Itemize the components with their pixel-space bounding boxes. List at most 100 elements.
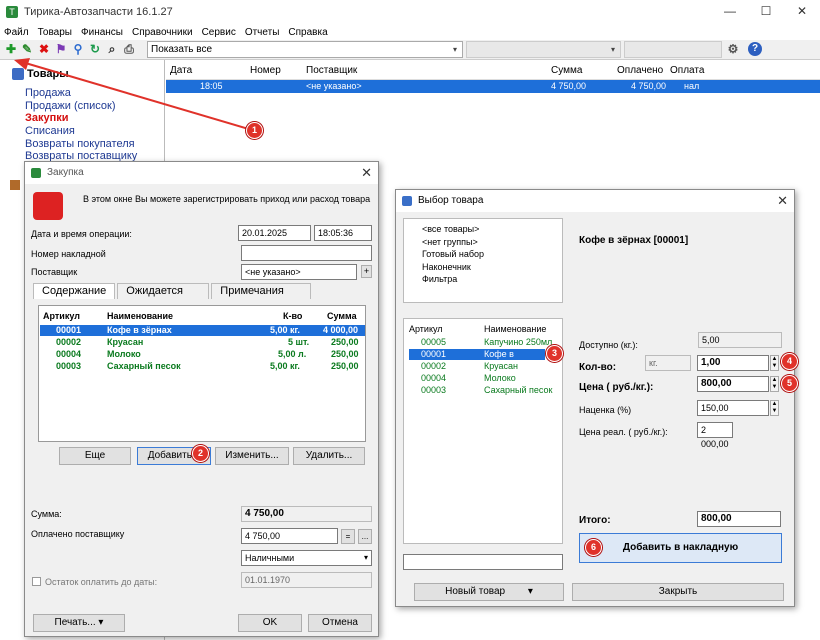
- tab-contents[interactable]: Содержание: [33, 283, 116, 299]
- price-value: 800,00: [701, 378, 732, 389]
- qty-field[interactable]: 1,00: [697, 355, 769, 371]
- paid-field[interactable]: 4 750,00: [241, 528, 338, 544]
- total-label: Итого:: [579, 515, 611, 526]
- paid-more-button[interactable]: ...: [358, 529, 372, 544]
- time-field[interactable]: 18:05:36: [314, 225, 372, 241]
- row-code: 00003: [56, 361, 82, 371]
- window-icon: [31, 168, 41, 178]
- menu-bar: Файл Товары Финансы Справочники Сервис О…: [0, 24, 820, 40]
- menu-finance[interactable]: Финансы: [81, 27, 123, 38]
- markup-stepper[interactable]: ▲ ▼: [770, 400, 779, 416]
- supplier-value: <не указано>: [245, 267, 301, 277]
- row-qty: 5,00 кг.: [270, 325, 300, 335]
- step-badge-4: 4: [781, 353, 798, 370]
- search-field[interactable]: [624, 41, 722, 58]
- settings-icon[interactable]: ⚙: [726, 42, 740, 56]
- chevron-down-icon: ▾: [610, 45, 615, 54]
- qty-stepper[interactable]: ▲ ▼: [770, 355, 779, 371]
- product-search-input[interactable]: [403, 554, 563, 570]
- row-sum: 250,00: [331, 337, 359, 347]
- tab-expected[interactable]: Ожидается: [117, 283, 210, 299]
- list-header-code: Артикул: [409, 324, 443, 334]
- tree-item[interactable]: Фильтра: [422, 273, 484, 286]
- unit-select[interactable]: кг.: [645, 355, 691, 371]
- col-sum[interactable]: Сумма: [551, 63, 582, 79]
- avail-value: 5,00: [702, 335, 720, 345]
- qty-value: 1,00: [701, 357, 721, 368]
- tree-item[interactable]: Наконечник: [422, 261, 484, 274]
- minimize-button[interactable]: —: [712, 0, 748, 24]
- menu-goods[interactable]: Товары: [38, 27, 72, 38]
- price-stepper[interactable]: ▲ ▼: [770, 376, 779, 392]
- maximize-button[interactable]: ☐: [748, 0, 784, 24]
- row-name: Сахарный песок: [107, 361, 181, 371]
- filter2-select[interactable]: ▾: [466, 41, 621, 58]
- cancel-button[interactable]: Отмена: [308, 614, 372, 632]
- list-item[interactable]: 00002 Круасан: [409, 361, 559, 372]
- table-row[interactable]: 00004 Молоко 5,00 л. 250,00: [40, 349, 365, 360]
- close-button[interactable]: ✕: [784, 0, 820, 24]
- delete-item-button[interactable]: Удалить...: [293, 447, 365, 465]
- app-logo-icon: T: [6, 6, 18, 18]
- date-label: Дата и время операции:: [31, 229, 132, 239]
- new-product-button[interactable]: Новый товар ▾: [414, 583, 564, 601]
- row-qty: 5,00 л.: [278, 349, 307, 359]
- cart-icon: [33, 192, 63, 220]
- price-label: Цена ( руб./кг.):: [579, 382, 654, 393]
- retail-field[interactable]: 2 000,00: [697, 422, 733, 449]
- col-paid[interactable]: Оплачено: [617, 63, 663, 79]
- remain-checkbox[interactable]: [32, 577, 41, 586]
- table-row[interactable]: 00002 Круасан 5 шт. 250,00: [40, 337, 365, 348]
- list-item[interactable]: 00003 Сахарный песок: [409, 385, 559, 396]
- date-value: 20.01.2025: [242, 228, 288, 238]
- price-field[interactable]: 800,00: [697, 376, 769, 392]
- table-row[interactable]: 00001 Кофе в зёрнах 5,00 кг. 4 000,00: [40, 325, 365, 336]
- row-qty: 5 шт.: [288, 337, 310, 347]
- item-name: Молоко: [484, 373, 516, 383]
- col-supplier[interactable]: Поставщик: [306, 63, 357, 79]
- edit-item-button[interactable]: Изменить...: [215, 447, 289, 465]
- purchase-table: Артикул Наименование К-во Сумма 00001 Ко…: [38, 305, 366, 442]
- menu-service[interactable]: Сервис: [202, 27, 236, 38]
- help-icon[interactable]: ?: [748, 42, 762, 56]
- table-row[interactable]: 00003 Сахарный песок 5,00 кг. 250,00: [40, 361, 365, 372]
- invoice-field[interactable]: [241, 245, 372, 261]
- row-name: Молоко: [107, 349, 141, 359]
- chevron-down-icon: ▾: [363, 553, 368, 562]
- list-item[interactable]: 00004 Молоко: [409, 373, 559, 384]
- tree-item[interactable]: Готовый набор: [422, 248, 484, 261]
- markup-field[interactable]: 150,00: [697, 400, 769, 416]
- item-name: Капучино 250мл: [484, 337, 553, 347]
- ok-button[interactable]: OK: [238, 614, 302, 632]
- menu-file[interactable]: Файл: [4, 27, 29, 38]
- select-close-icon[interactable]: ✕: [777, 190, 788, 212]
- remain-label: Остаток оплатить до даты:: [45, 577, 158, 587]
- supplier-select[interactable]: <не указано>: [241, 264, 357, 280]
- paid-value: 4 750,00: [245, 531, 281, 541]
- list-item[interactable]: 00001 Кофе в зёрнах: [409, 349, 545, 370]
- avail-label: Доступно (кг.):: [579, 340, 638, 350]
- date-field[interactable]: 20.01.2025: [238, 225, 311, 241]
- paid-calc-button[interactable]: =: [341, 529, 355, 544]
- menu-references[interactable]: Справочники: [132, 27, 193, 38]
- add-supplier-button[interactable]: +: [361, 265, 372, 278]
- add-to-invoice-button[interactable]: Добавить в накладную: [579, 533, 782, 563]
- select-dialog-title: Выбор товара: [396, 190, 794, 212]
- list-item[interactable]: 00005 Капучино 250мл: [409, 337, 559, 348]
- menu-reports[interactable]: Отчеты: [245, 27, 280, 38]
- step-badge-2: 2: [192, 445, 209, 462]
- tab-notes[interactable]: Примечания: [211, 283, 312, 299]
- tree-item[interactable]: <нет группы>: [422, 236, 484, 249]
- product-title: Кофе в зёрнах [00001]: [579, 235, 689, 246]
- row-supplier: <не указано>: [306, 81, 362, 91]
- total-value: 800,00: [701, 513, 732, 524]
- col-payment[interactable]: Оплата: [670, 63, 704, 79]
- remain-date-field[interactable]: 01.01.1970: [241, 572, 372, 588]
- menu-help[interactable]: Справка: [288, 27, 327, 38]
- more-button[interactable]: Еще: [59, 447, 131, 465]
- purchase-close-icon[interactable]: ✕: [361, 162, 372, 184]
- pay-method-select[interactable]: Наличными ▾: [241, 550, 372, 566]
- print-button[interactable]: Печать... ▾: [33, 614, 125, 632]
- close-dialog-button[interactable]: Закрыть: [572, 583, 784, 601]
- tree-item[interactable]: <все товары>: [422, 223, 484, 236]
